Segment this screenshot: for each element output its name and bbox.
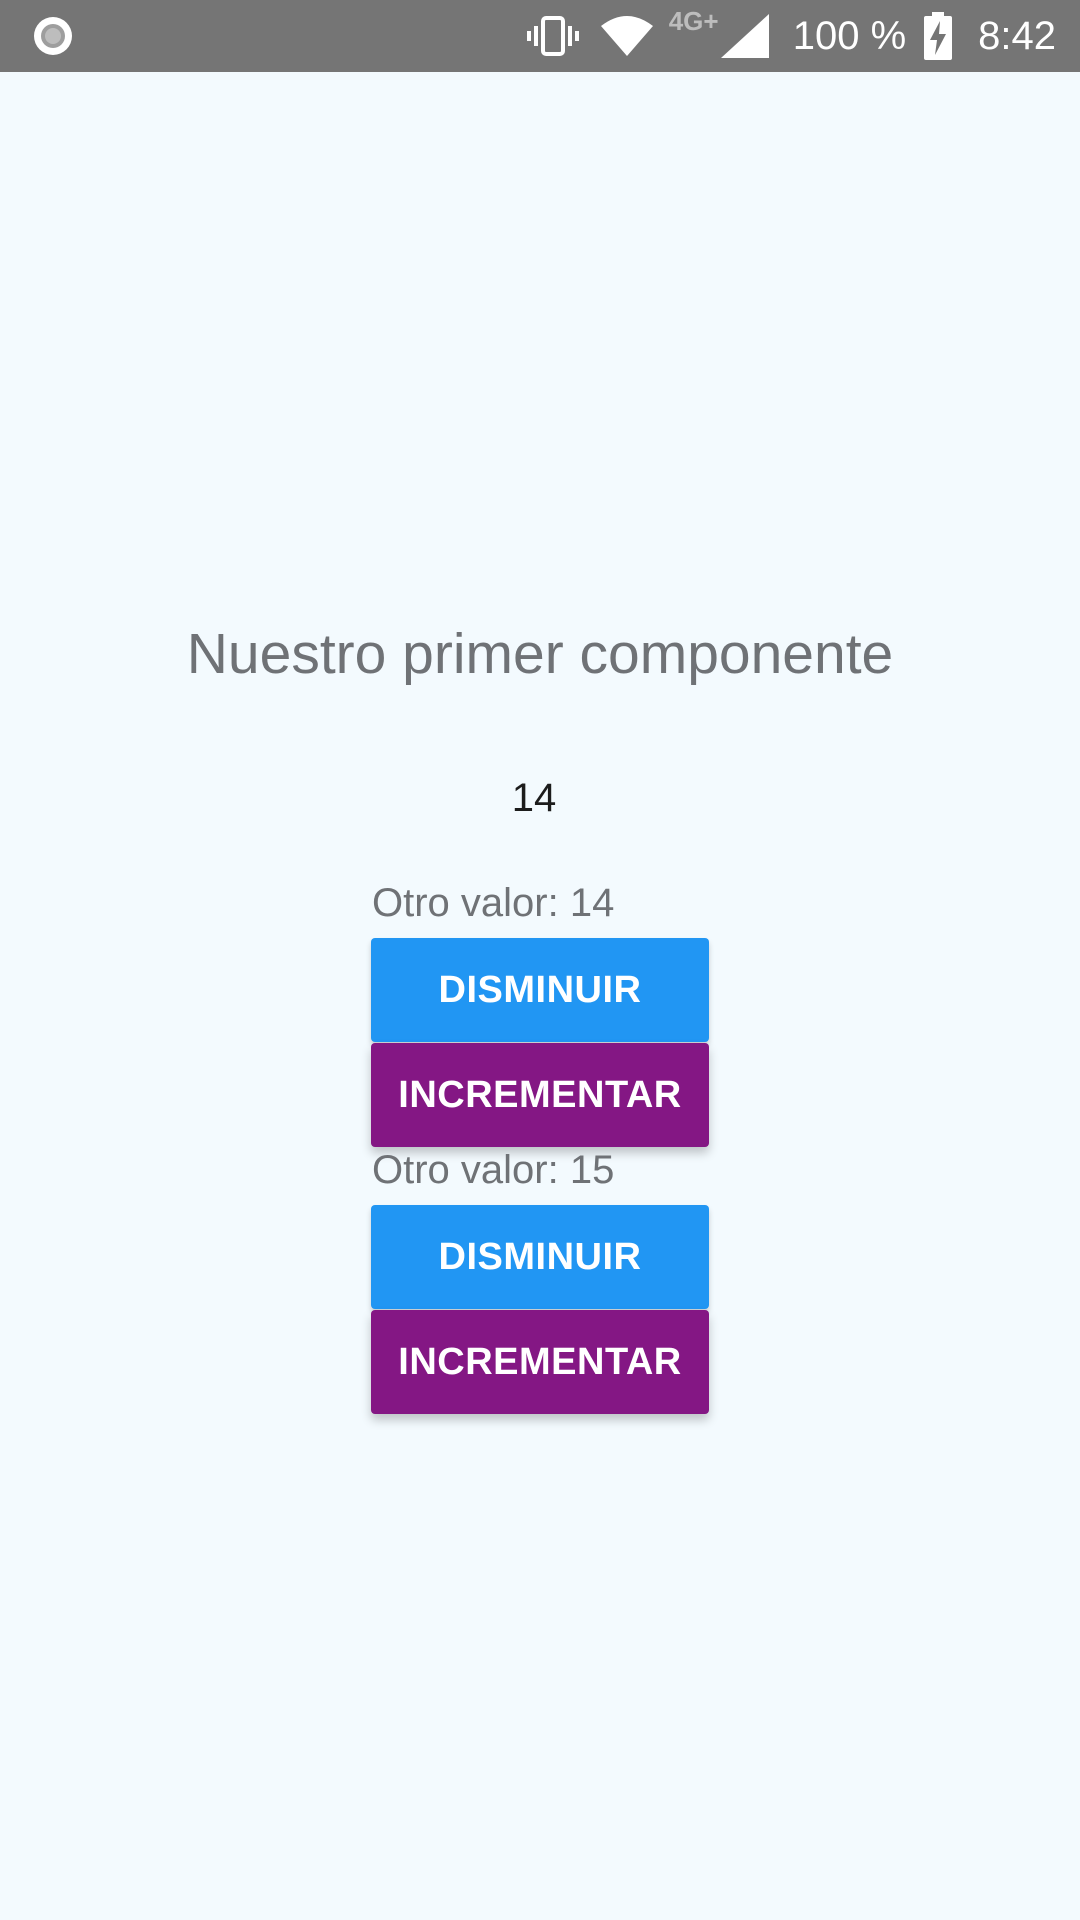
- battery-percentage: 100 %: [792, 13, 907, 58]
- increment-button[interactable]: INCREMENTAR: [371, 1043, 709, 1147]
- wifi-icon: [599, 14, 655, 58]
- network-type-label: 4G+: [668, 6, 719, 36]
- decrement-button[interactable]: DISMINUIR: [371, 938, 709, 1042]
- other-value-label: Otro valor: 15: [372, 1148, 615, 1192]
- signal-icon: 4G+: [669, 0, 769, 72]
- record-icon: [32, 15, 74, 57]
- status-bar: 4G+ 100 % 8:42: [0, 0, 1080, 72]
- counter-block: Otro valor: 15 DISMINUIR INCREMENTAR: [371, 1146, 709, 1415]
- page-title: Nuestro primer componente: [186, 622, 894, 686]
- decrement-button[interactable]: DISMINUIR: [371, 1205, 709, 1309]
- battery-charging-icon: [924, 12, 953, 60]
- status-icons: 4G+ 100 % 8:42: [525, 0, 1056, 72]
- clock: 8:42: [978, 13, 1056, 58]
- counter-value: 14: [511, 776, 557, 820]
- counter-block: Otro valor: 14 DISMINUIR INCREMENTAR: [371, 879, 709, 1148]
- increment-button[interactable]: INCREMENTAR: [371, 1310, 709, 1414]
- vibrate-icon: [525, 14, 581, 58]
- other-value-label: Otro valor: 14: [372, 881, 615, 925]
